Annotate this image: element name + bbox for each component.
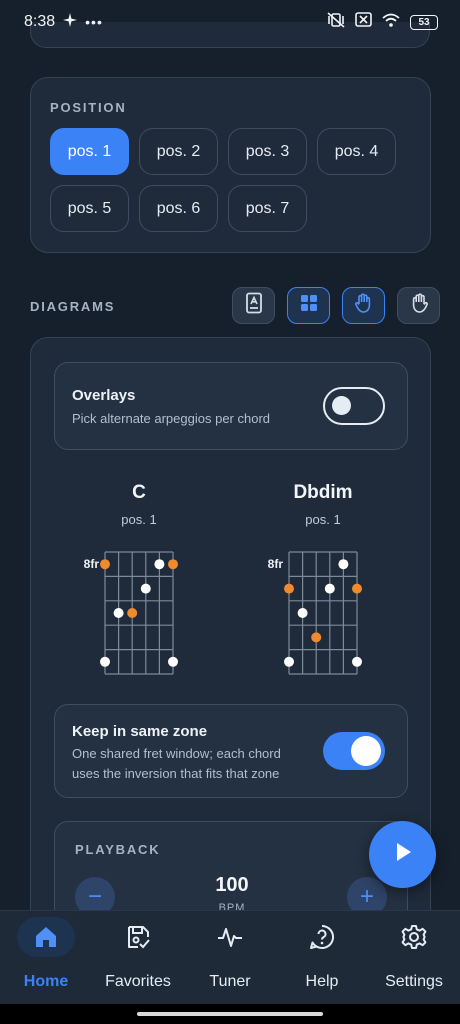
nav-favorites[interactable]: Favorites <box>92 911 184 1004</box>
finger-dot <box>284 656 294 667</box>
position-options: pos. 1 pos. 2 pos. 3 pos. 4 pos. 5 pos. … <box>50 128 410 232</box>
sim-off-icon <box>355 12 372 32</box>
same-zone-option: Keep in same zone One shared fret window… <box>54 704 408 798</box>
same-zone-subtitle-line2: uses the inversion that fits that zone <box>72 766 280 781</box>
home-indicator <box>137 1012 323 1016</box>
chord-position: pos. 1 <box>305 512 341 527</box>
grid-mode-button[interactable] <box>287 287 330 324</box>
nav-label-tuner: Tuner <box>209 973 251 990</box>
finger-dot <box>168 559 178 570</box>
finger-dot <box>297 608 308 618</box>
nav-label-favorites: Favorites <box>105 973 171 990</box>
nav-label-help: Help <box>305 973 339 990</box>
same-zone-subtitle-line1: One shared fret window; each chord <box>72 746 281 761</box>
right-hand-mode-button[interactable] <box>397 287 440 324</box>
same-zone-title: Keep in same zone <box>72 723 208 740</box>
fret-label: 8fr <box>84 557 100 571</box>
hand-icon <box>353 292 375 319</box>
left-hand-mode-button[interactable] <box>342 287 385 324</box>
sparkle-icon <box>63 12 78 32</box>
chord-name: C <box>132 482 146 503</box>
notation-icon <box>244 292 264 319</box>
notation-mode-button[interactable] <box>232 287 275 324</box>
position-card: POSITION pos. 1 pos. 2 pos. 3 pos. 4 pos… <box>30 77 431 253</box>
overlays-option: Overlays Pick alternate arpeggios per ch… <box>54 362 408 450</box>
home-icon <box>32 923 60 956</box>
finger-dot <box>352 583 362 594</box>
finger-dot <box>284 583 294 594</box>
same-zone-toggle[interactable] <box>323 732 385 770</box>
nav-tuner[interactable]: Tuner <box>184 911 276 1004</box>
position-option-5[interactable]: pos. 5 <box>50 185 129 232</box>
grid-icon <box>299 293 319 318</box>
position-option-4[interactable]: pos. 4 <box>317 128 396 175</box>
toggle-knob <box>332 396 351 415</box>
finger-dot <box>324 583 335 594</box>
fret-label: 8fr <box>268 557 284 571</box>
bottom-navigation: Home Favorites Tuner Help Settings <box>0 910 460 1004</box>
finger-dot <box>352 656 362 667</box>
more-icon: ••• <box>85 14 103 30</box>
overlays-toggle[interactable] <box>323 387 385 425</box>
chord-position: pos. 1 <box>121 512 157 527</box>
chord-diagram-c[interactable]: 8fr <box>75 546 185 682</box>
chord-name: Dbdim <box>293 482 353 503</box>
toggle-knob <box>351 736 381 766</box>
diagrams-section-label: DIAGRAMS <box>30 299 116 314</box>
position-option-2[interactable]: pos. 2 <box>139 128 218 175</box>
finger-dot <box>140 583 151 594</box>
nav-home[interactable]: Home <box>0 911 92 1004</box>
finger-dot <box>168 656 178 667</box>
play-icon <box>393 841 413 868</box>
vibrate-off-icon <box>327 11 345 33</box>
playback-section-label: PLAYBACK <box>75 842 161 857</box>
save-icon <box>124 923 152 956</box>
hand-alt-icon <box>408 292 430 319</box>
diagram-mode-toolbar <box>232 287 440 324</box>
position-option-6[interactable]: pos. 6 <box>139 185 218 232</box>
battery-indicator: 53 <box>410 14 438 30</box>
position-option-3[interactable]: pos. 3 <box>228 128 307 175</box>
finger-dot <box>127 608 138 618</box>
wifi-icon <box>382 13 400 32</box>
nav-label-home: Home <box>23 973 69 990</box>
finger-dot <box>311 632 322 643</box>
chord-diagram-dbdim[interactable]: 8fr <box>259 546 369 682</box>
position-section-label: POSITION <box>50 100 127 115</box>
position-option-1[interactable]: pos. 1 <box>50 128 129 175</box>
finger-dot <box>113 608 124 618</box>
position-option-7[interactable]: pos. 7 <box>228 185 307 232</box>
finger-dot <box>100 656 110 667</box>
gesture-bar <box>0 1004 460 1024</box>
waveform-icon <box>216 923 244 956</box>
finger-dot <box>154 559 165 570</box>
status-time: 8:38 <box>24 13 56 30</box>
finger-dot <box>338 559 349 570</box>
bpm-value: 100 <box>215 874 249 896</box>
nav-label-settings: Settings <box>385 973 443 990</box>
overlays-title: Overlays <box>72 387 136 404</box>
gear-icon <box>400 923 428 956</box>
nav-help[interactable]: Help <box>276 911 368 1004</box>
status-bar: 8:38 ••• 53 <box>0 0 460 44</box>
overlays-subtitle: Pick alternate arpeggios per chord <box>72 411 271 426</box>
play-button[interactable] <box>369 821 436 888</box>
nav-settings[interactable]: Settings <box>368 911 460 1004</box>
finger-dot <box>100 559 110 570</box>
help-icon <box>308 923 336 956</box>
